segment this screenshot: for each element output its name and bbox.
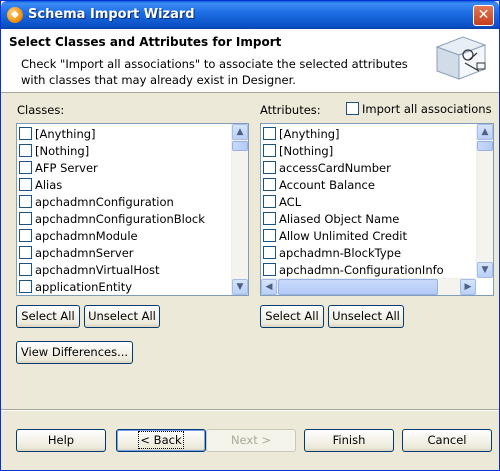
scroll-right-arrow-icon[interactable]: ▶ (460, 279, 476, 295)
class-item[interactable]: apchadmnConfiguration (19, 194, 174, 211)
attributes-vertical-scrollbar[interactable]: ▲ ▼ (476, 124, 493, 278)
classes-label: Classes: (17, 103, 65, 117)
schema-wizard-icon (435, 36, 487, 80)
checkbox-icon[interactable] (19, 280, 32, 293)
checkbox-icon[interactable] (263, 144, 276, 157)
back-button[interactable]: < Back (116, 429, 206, 452)
help-button[interactable]: Help (16, 429, 106, 452)
checkbox-icon[interactable] (263, 178, 276, 191)
finish-button[interactable]: Finish (304, 429, 394, 452)
attribute-item[interactable]: Aliased Object Name (263, 211, 399, 228)
attribute-item[interactable]: Allow Unlimited Credit (263, 228, 407, 245)
checkbox-icon[interactable] (263, 212, 276, 225)
scroll-thumb[interactable] (278, 279, 438, 295)
scroll-left-arrow-icon[interactable]: ◀ (261, 279, 277, 295)
next-button[interactable]: Next > (206, 429, 296, 452)
checkbox-icon[interactable] (19, 127, 32, 140)
close-button[interactable]: ✕ (473, 5, 494, 26)
attribute-item[interactable]: apchadmn-BlockType (263, 245, 401, 262)
scroll-down-arrow-icon[interactable]: ▼ (477, 262, 493, 278)
classes-unselect-all-button[interactable]: Unselect All (84, 305, 160, 328)
checkbox-icon[interactable] (346, 102, 359, 115)
checkbox-icon[interactable] (19, 263, 32, 276)
attribute-item[interactable]: accessCardNumber (263, 160, 391, 177)
checkbox-icon[interactable] (263, 229, 276, 242)
app-icon: ◆ (7, 7, 23, 23)
window-title: Schema Import Wizard (28, 7, 195, 22)
class-item[interactable]: apchadmnServer (19, 245, 134, 262)
page-title: Select Classes and Attributes for Import (9, 35, 282, 49)
attributes-horizontal-scrollbar[interactable]: ◀ ▶ (261, 278, 476, 295)
checkbox-icon[interactable] (19, 195, 32, 208)
attribute-item[interactable]: apchadmn-ConfigurationInfo (263, 262, 444, 279)
import-all-associations-checkbox[interactable]: Import all associations (346, 102, 492, 116)
class-item[interactable]: [Nothing] (19, 143, 89, 160)
attribute-item[interactable]: [Nothing] (263, 143, 333, 160)
scroll-up-arrow-icon[interactable]: ▲ (477, 124, 493, 140)
scroll-thumb[interactable] (232, 141, 248, 151)
footer-separator (1, 409, 499, 411)
classes-select-all-button[interactable]: Select All (16, 305, 80, 328)
checkbox-icon[interactable] (19, 229, 32, 242)
class-item[interactable]: apchadmnVirtualHost (19, 262, 160, 279)
schema-import-wizard-window: ◆ Schema Import Wizard ✕ Select Classes … (0, 0, 500, 471)
attribute-item[interactable]: [Anything] (263, 126, 340, 143)
checkbox-icon[interactable] (263, 161, 276, 174)
wizard-header: Select Classes and Attributes for Import… (1, 29, 499, 93)
checkbox-icon[interactable] (263, 263, 276, 276)
checkbox-icon[interactable] (263, 195, 276, 208)
classes-vertical-scrollbar[interactable]: ▲ ▼ (231, 124, 248, 295)
cancel-button[interactable]: Cancel (402, 429, 492, 452)
view-differences-button[interactable]: View Differences... (16, 341, 133, 364)
class-item[interactable]: apchadmnModule (19, 228, 138, 245)
checkbox-icon[interactable] (263, 246, 276, 259)
page-description: Check "Import all associations" to assoc… (21, 57, 408, 87)
class-item[interactable]: [Anything] (19, 126, 96, 143)
scroll-up-arrow-icon[interactable]: ▲ (232, 124, 248, 140)
attributes-select-all-button[interactable]: Select All (260, 305, 324, 328)
title-bar[interactable]: ◆ Schema Import Wizard ✕ (1, 1, 499, 29)
attribute-item[interactable]: Account Balance (263, 177, 375, 194)
attributes-label: Attributes: (260, 103, 321, 117)
class-item[interactable]: AFP Server (19, 160, 98, 177)
checkbox-icon[interactable] (19, 144, 32, 157)
attributes-list[interactable]: [Anything] [Nothing] accessCardNumber Ac… (260, 123, 494, 296)
checkbox-icon[interactable] (263, 127, 276, 140)
checkbox-icon[interactable] (19, 212, 32, 225)
classes-list[interactable]: [Anything] [Nothing] AFP Server Alias ap… (16, 123, 249, 296)
checkbox-icon[interactable] (19, 161, 32, 174)
class-item[interactable]: applicationEntity (19, 279, 132, 295)
scroll-down-arrow-icon[interactable]: ▼ (232, 279, 248, 295)
class-item[interactable]: Alias (19, 177, 62, 194)
attribute-item[interactable]: ACL (263, 194, 301, 211)
checkbox-icon[interactable] (19, 178, 32, 191)
scroll-thumb[interactable] (477, 141, 493, 151)
attributes-unselect-all-button[interactable]: Unselect All (328, 305, 404, 328)
checkbox-icon[interactable] (19, 246, 32, 259)
class-item[interactable]: apchadmnConfigurationBlock (19, 211, 205, 228)
